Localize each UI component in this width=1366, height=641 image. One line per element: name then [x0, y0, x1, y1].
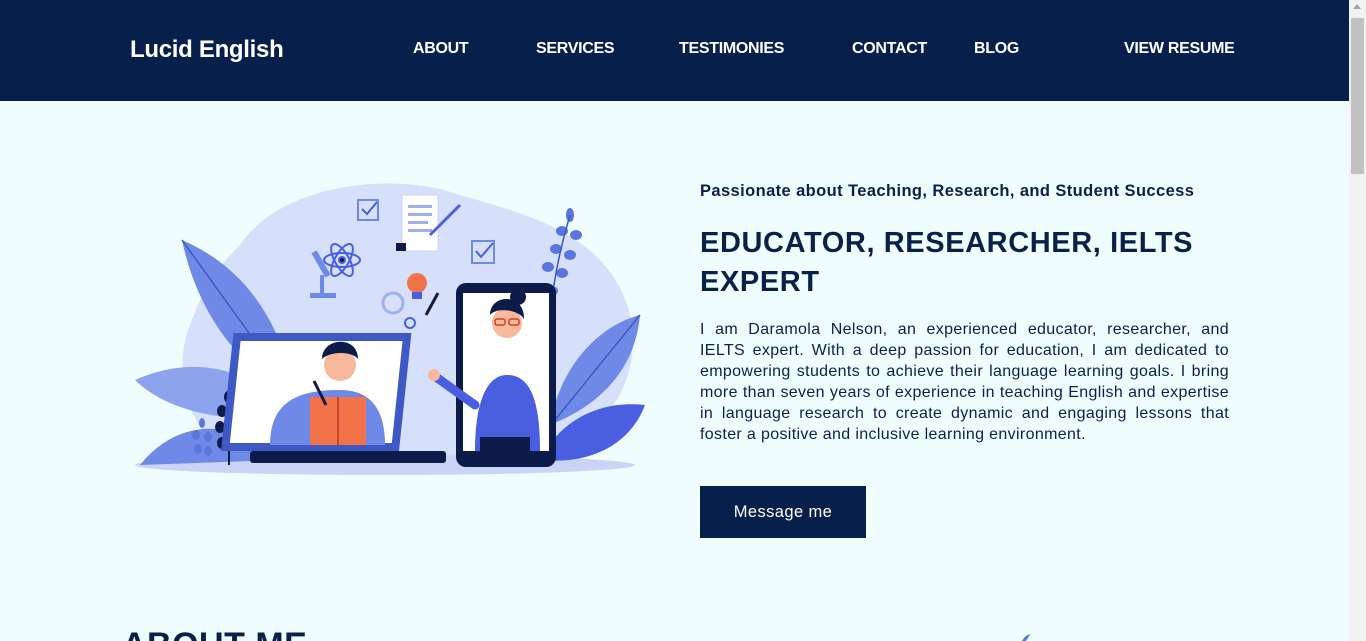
about-section-heading: ABOUT ME — [122, 626, 307, 641]
hero-bio: I am Daramola Nelson, an experienced edu… — [700, 321, 1229, 443]
online-teaching-illustration — [135, 183, 645, 475]
page-scrollbar[interactable] — [1349, 0, 1366, 641]
scroll-thumb[interactable] — [1351, 18, 1364, 174]
nav-link-testimonies[interactable]: TESTIMONIES — [679, 40, 784, 58]
scroll-up-arrow-icon[interactable] — [1353, 4, 1361, 9]
nav-link-about[interactable]: ABOUT — [413, 40, 469, 58]
view-resume-link[interactable]: VIEW RESUME — [1124, 40, 1235, 58]
nav-link-contact[interactable]: CONTACT — [852, 40, 927, 58]
nav-link-blog[interactable]: BLOG — [974, 40, 1019, 58]
message-me-button[interactable]: Message me — [700, 486, 866, 538]
document-icon — [396, 194, 439, 252]
top-navbar: Lucid English ABOUT SERVICES TESTIMONIES… — [0, 0, 1349, 101]
nav-link-services[interactable]: SERVICES — [536, 40, 615, 58]
hero-tagline: Passionate about Teaching, Research, and… — [700, 182, 1195, 200]
leaf-decoration-icon — [1022, 634, 1030, 641]
brand-logo[interactable]: Lucid English — [130, 36, 284, 64]
hero-headline: EDUCATOR, RESEARCHER, IELTS EXPERT — [700, 227, 1194, 298]
